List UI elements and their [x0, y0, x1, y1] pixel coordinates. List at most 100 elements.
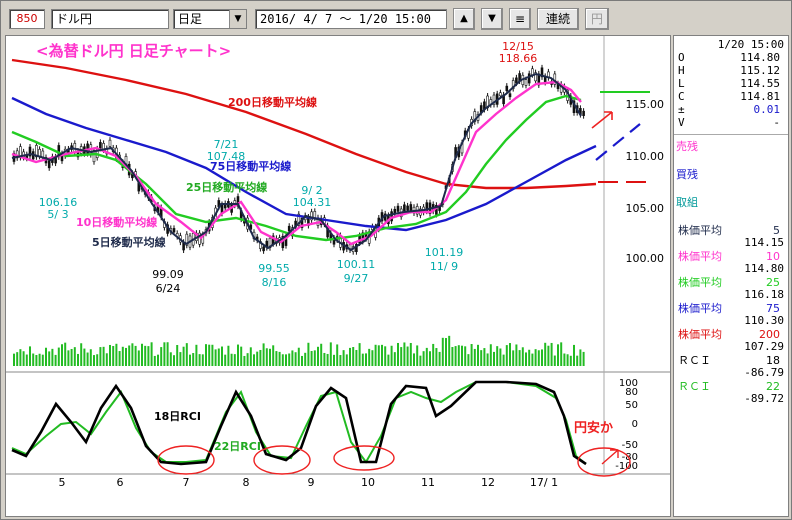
volume-bar	[70, 348, 73, 366]
date-tick: 8	[243, 476, 250, 489]
volume-bar	[144, 345, 147, 366]
candle-body	[409, 204, 413, 211]
volume-bar	[233, 354, 236, 366]
volume-bar	[528, 349, 531, 366]
volume-bar	[272, 345, 275, 366]
volume-bar	[413, 353, 415, 366]
rci-axis: 100 80 50 0 -50 -80 -100	[615, 378, 638, 472]
symbol-name-field[interactable]: ドル円	[51, 9, 169, 29]
continuous-button[interactable]: 連続	[537, 8, 579, 30]
rci18-label: 18日RCI	[154, 410, 201, 423]
volume-bar	[201, 354, 204, 366]
rci-tick: 0	[632, 419, 638, 430]
volume-bar	[102, 346, 105, 366]
ohlc-key: H	[678, 64, 685, 77]
volume-bar	[227, 345, 230, 366]
volume-bar	[281, 354, 284, 366]
price-annotation: 101.19	[425, 246, 464, 259]
volume-bar	[345, 354, 348, 366]
volume-bar	[499, 348, 502, 366]
volume-bar	[563, 353, 566, 366]
price-annotation: 9/27	[344, 272, 369, 285]
volume-bar	[374, 344, 377, 366]
period-select[interactable]: 日足 ▼	[173, 9, 247, 29]
sell-balance-label: 売残	[676, 140, 698, 153]
indicator-value: 116.18	[744, 288, 784, 301]
volume-bar	[371, 350, 374, 366]
volume-bar	[176, 344, 179, 366]
yen-button[interactable]: 円	[585, 8, 609, 30]
volume-bar	[128, 345, 131, 366]
volume-bar	[326, 353, 329, 366]
volume-bar	[502, 354, 505, 366]
symbol-code-field[interactable]: 850	[9, 9, 45, 29]
chevron-down-icon[interactable]: ▼	[229, 10, 246, 28]
volume-bar	[294, 352, 297, 366]
rci22-line	[11, 381, 587, 465]
volume-bar	[317, 346, 319, 366]
volume-bar	[352, 347, 355, 366]
date-tick: 6	[117, 476, 124, 489]
volume-bar	[51, 348, 54, 366]
ohlc-row: C 114.81	[676, 90, 784, 103]
volume-bar	[387, 354, 390, 366]
volume-bar	[237, 344, 239, 366]
ohlc-value: -	[773, 116, 780, 129]
candle-body	[505, 85, 509, 92]
volume-bar	[496, 346, 499, 366]
price-annotation: 8/16	[262, 276, 287, 289]
scroll-up-button[interactable]: ▲	[453, 8, 475, 30]
date-range-field[interactable]: 2016/ 4/ 7 ～ 1/20 15:00	[255, 9, 447, 29]
volume-bar	[307, 342, 310, 366]
volume-bar	[310, 351, 313, 366]
indicator-value: 114.80	[744, 262, 784, 275]
volume-bar	[278, 351, 281, 366]
chart-title: <為替ドル円 日足チャート>	[36, 42, 231, 60]
date-tick: 5	[59, 476, 66, 489]
volume-bar	[99, 347, 102, 366]
volume-bar	[16, 352, 19, 366]
candle-body	[108, 139, 112, 147]
volume-bar	[230, 353, 233, 366]
volume-bar	[333, 354, 335, 366]
volume-bar	[54, 354, 57, 366]
volume-bar	[451, 347, 454, 366]
volume-bar	[509, 343, 511, 366]
scroll-down-button[interactable]: ▼	[481, 8, 503, 30]
volume-bar	[432, 343, 435, 366]
volume-bar	[531, 353, 534, 366]
date-tick: 12	[481, 476, 495, 489]
volume-bar	[301, 355, 303, 366]
volume-bar	[393, 352, 396, 366]
volume-bar	[483, 348, 486, 366]
volume-bar	[195, 344, 198, 366]
ohlc-value: 114.55	[740, 77, 780, 90]
volume-bar	[262, 343, 265, 366]
volume-bar	[67, 350, 70, 366]
volume-bar	[304, 352, 307, 366]
volume-bar	[137, 350, 140, 366]
volume-bar	[157, 354, 159, 366]
ohlc-value: 114.81	[740, 90, 780, 103]
ohlc-row: V-	[676, 116, 784, 129]
volume-bar	[243, 355, 246, 366]
indicator-value: -86.79	[744, 366, 784, 379]
volume-bar	[275, 351, 278, 366]
volume-bar	[182, 346, 185, 366]
volume-bar	[221, 346, 223, 366]
volume-bar	[96, 354, 99, 366]
volume-bar	[403, 342, 406, 366]
volume-bar	[406, 346, 409, 366]
volume-bar	[313, 350, 316, 366]
volume-bar	[169, 352, 172, 366]
rci-tick: -100	[615, 461, 638, 472]
volume-bar	[48, 351, 51, 366]
volume-bar	[83, 348, 86, 366]
menu-icon[interactable]: ≡	[509, 8, 531, 30]
volume-bar	[297, 347, 300, 366]
volume-bar	[57, 347, 60, 366]
volume-bar	[112, 346, 115, 366]
ohlc-key: V	[678, 116, 685, 129]
volume-bar	[211, 344, 214, 366]
volume-bar	[13, 353, 15, 366]
